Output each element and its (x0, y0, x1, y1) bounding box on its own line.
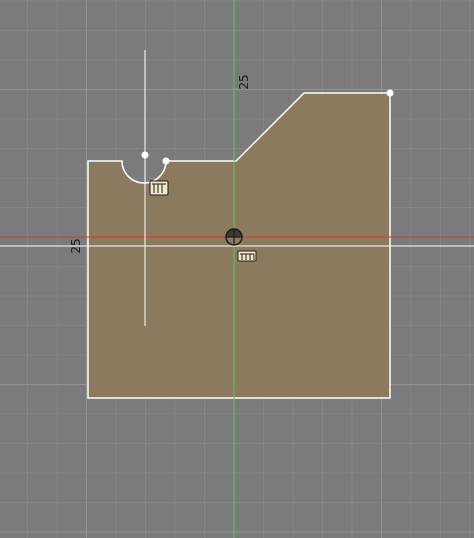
fix-constraint-icon[interactable] (149, 180, 169, 196)
sketch-canvas[interactable]: 25 25 (0, 0, 474, 538)
vertical-grid-dimension[interactable]: 25 (237, 74, 251, 89)
origin-icon[interactable] (225, 228, 243, 246)
sketch-point[interactable] (386, 89, 394, 97)
sketch-point[interactable] (141, 151, 149, 159)
horizontal-grid-dimension[interactable]: 25 (69, 238, 83, 253)
sketch-point[interactable] (162, 157, 170, 165)
sketch-viewport[interactable]: 25 25 (0, 0, 474, 538)
horizontal-constraint-icon[interactable] (237, 250, 257, 262)
